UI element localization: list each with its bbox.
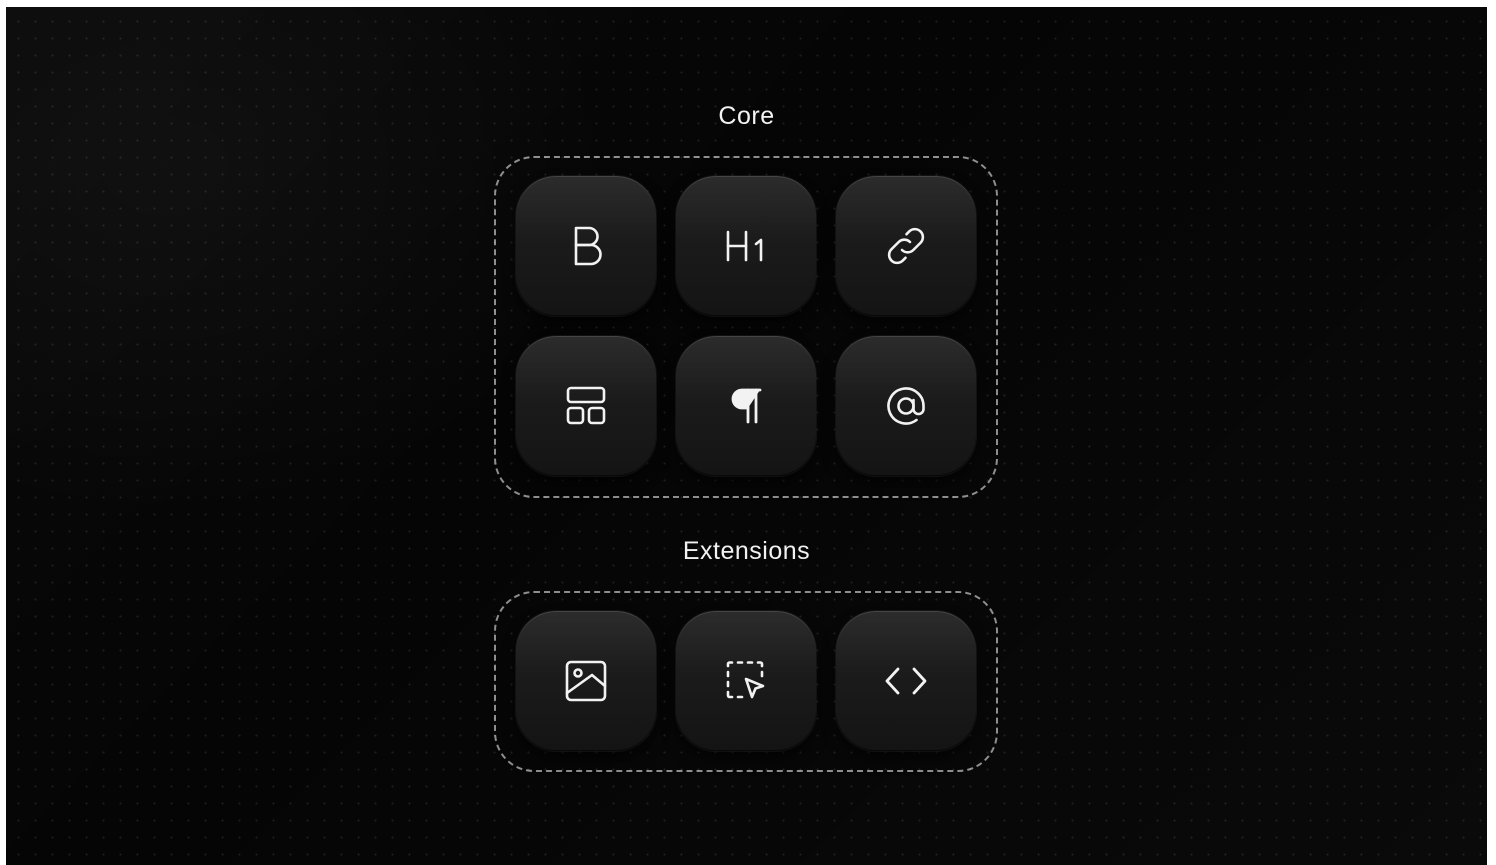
mention-button[interactable] <box>836 336 976 476</box>
layout-icon <box>566 386 606 425</box>
mention-icon <box>887 387 925 425</box>
code-button[interactable] <box>836 611 976 751</box>
image-button[interactable] <box>516 611 656 751</box>
canvas: Core Extensions <box>6 7 1487 865</box>
bold-button[interactable] <box>516 176 656 316</box>
heading-button[interactable] <box>676 176 816 316</box>
heading-icon <box>726 230 763 262</box>
link-icon <box>887 227 925 265</box>
layout-button[interactable] <box>516 336 656 476</box>
code-icon <box>885 667 927 695</box>
core-group <box>494 156 998 498</box>
paragraph-button[interactable] <box>676 336 816 476</box>
section-title-core: Core <box>718 102 775 130</box>
link-button[interactable] <box>836 176 976 316</box>
bold-icon <box>574 226 602 266</box>
section-title-extensions: Extensions <box>682 537 811 565</box>
selection-button[interactable] <box>676 611 816 751</box>
paragraph-icon <box>731 388 762 424</box>
image-icon <box>565 660 607 702</box>
extensions-group <box>494 591 998 772</box>
selection-cursor-icon <box>726 661 765 699</box>
